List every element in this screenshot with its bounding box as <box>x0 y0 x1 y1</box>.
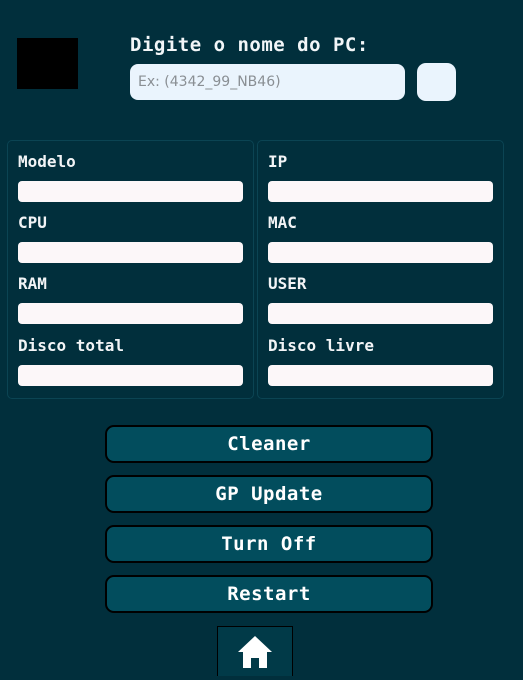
network-info-panel: IP MAC USER Disco livre <box>257 140 504 399</box>
cpu-field <box>18 242 243 263</box>
mac-field <box>268 242 493 263</box>
cpu-label: CPU <box>18 213 47 232</box>
pc-name-prompt: Digite o nome do PC: <box>130 34 369 56</box>
model-field <box>18 181 243 202</box>
disk-free-field <box>268 365 493 386</box>
mac-label: MAC <box>268 213 297 232</box>
hardware-info-panel: Modelo CPU RAM Disco total <box>7 140 254 399</box>
gp-update-button[interactable]: GP Update <box>105 475 433 513</box>
disk-free-label: Disco livre <box>268 336 374 355</box>
disk-total-label: Disco total <box>18 336 124 355</box>
home-icon <box>238 635 272 668</box>
user-field <box>268 303 493 324</box>
app-logo <box>17 38 78 89</box>
home-button[interactable] <box>217 626 293 676</box>
search-button[interactable] <box>417 63 456 101</box>
turn-off-button[interactable]: Turn Off <box>105 525 433 563</box>
disk-total-field <box>18 365 243 386</box>
user-label: USER <box>268 274 307 293</box>
ip-label: IP <box>268 152 288 171</box>
model-label: Modelo <box>18 152 76 171</box>
cleaner-button[interactable]: Cleaner <box>105 425 433 463</box>
ram-label: RAM <box>18 274 47 293</box>
ram-field <box>18 303 243 324</box>
pc-name-input[interactable] <box>130 64 405 100</box>
restart-button[interactable]: Restart <box>105 575 433 613</box>
ip-field <box>268 181 493 202</box>
